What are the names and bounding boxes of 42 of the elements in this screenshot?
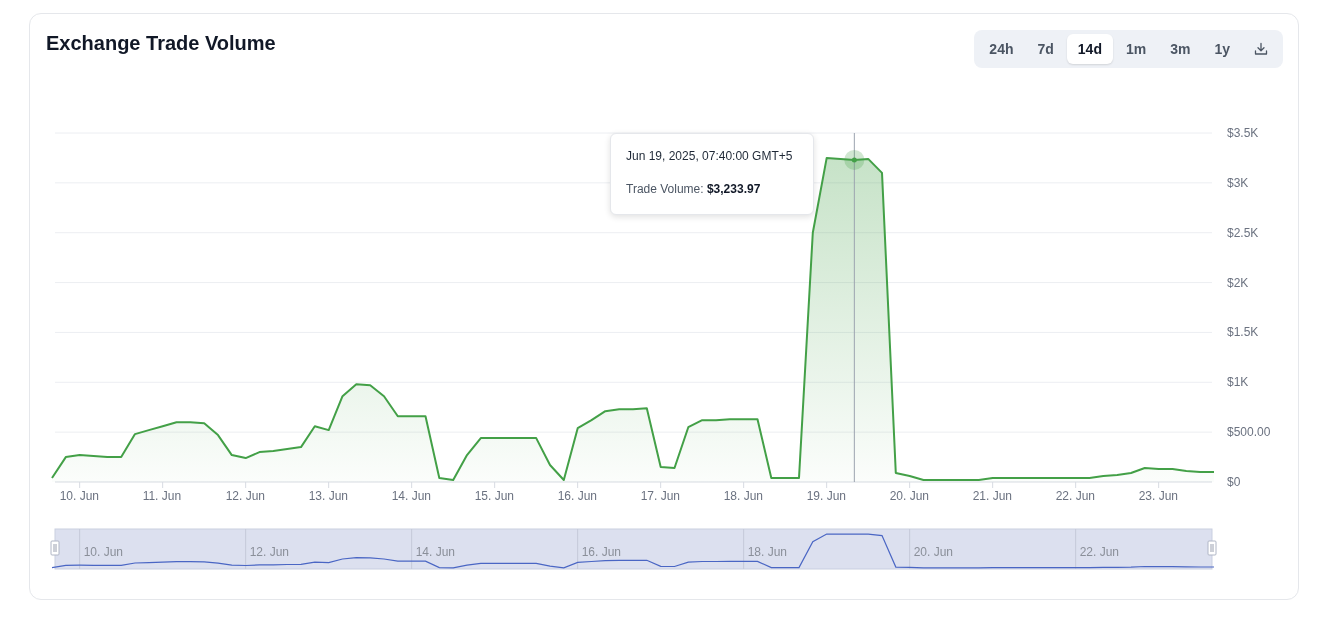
download-icon [1254,42,1268,56]
axis-label: 11. Jun [142,489,182,503]
range-tab[interactable]: 1y [1203,34,1241,64]
range-tab[interactable]: 7d [1026,34,1065,64]
axis-label: $500.00 [1227,425,1271,440]
navigator-label: 16. Jun [581,545,622,559]
navigator-label: 12. Jun [249,545,290,559]
axis-label: 22. Jun [1055,489,1096,503]
axis-label: 21. Jun [972,489,1013,503]
navigator-label: 10. Jun [83,545,124,559]
axis-label: $3.5K [1227,126,1259,140]
navigator-handle[interactable] [1207,540,1217,556]
hover-marker [844,149,865,170]
axis-label: $0 [1227,475,1241,489]
axis-label: 12. Jun [225,489,266,503]
axis-label: 19. Jun [806,489,847,503]
navigator-label: 20. Jun [913,545,954,559]
axis-label: 13. Jun [308,489,349,503]
axis-label: $2K [1227,275,1249,290]
range-tab[interactable]: 14d [1066,34,1113,64]
axis-label: 10. Jun [59,489,100,503]
axis-label: 14. Jun [391,489,432,503]
tooltip-date: Jun 19, 2025, 07:40:00 GMT+5 [626,149,794,163]
axis-label: $3K [1227,175,1249,190]
range-tab[interactable]: 3m [1159,34,1202,64]
axis-label: 17. Jun [640,489,681,503]
axis-label: $1K [1227,375,1249,390]
tooltip-value: Trade Volume: $3,233.97 [626,182,762,196]
axis-label: 18. Jun [723,489,764,503]
range-tab[interactable]: 24h [978,34,1025,64]
navigator-label: 18. Jun [747,545,788,559]
axis-label: 23. Jun [1138,489,1179,503]
navigator-label: 22. Jun [1079,545,1120,559]
axis-label: 15. Jun [474,489,515,503]
navigator-handle[interactable] [50,540,60,556]
range-tab[interactable]: 1m [1114,34,1158,64]
navigator-label: 14. Jun [415,545,456,559]
axis-label: 16. Jun [557,489,598,503]
axis-label: $1.5K [1227,325,1259,340]
card-title: Exchange Trade Volume [46,32,276,55]
axis-label: $2.5K [1227,225,1259,240]
axis-label: 20. Jun [889,489,930,503]
